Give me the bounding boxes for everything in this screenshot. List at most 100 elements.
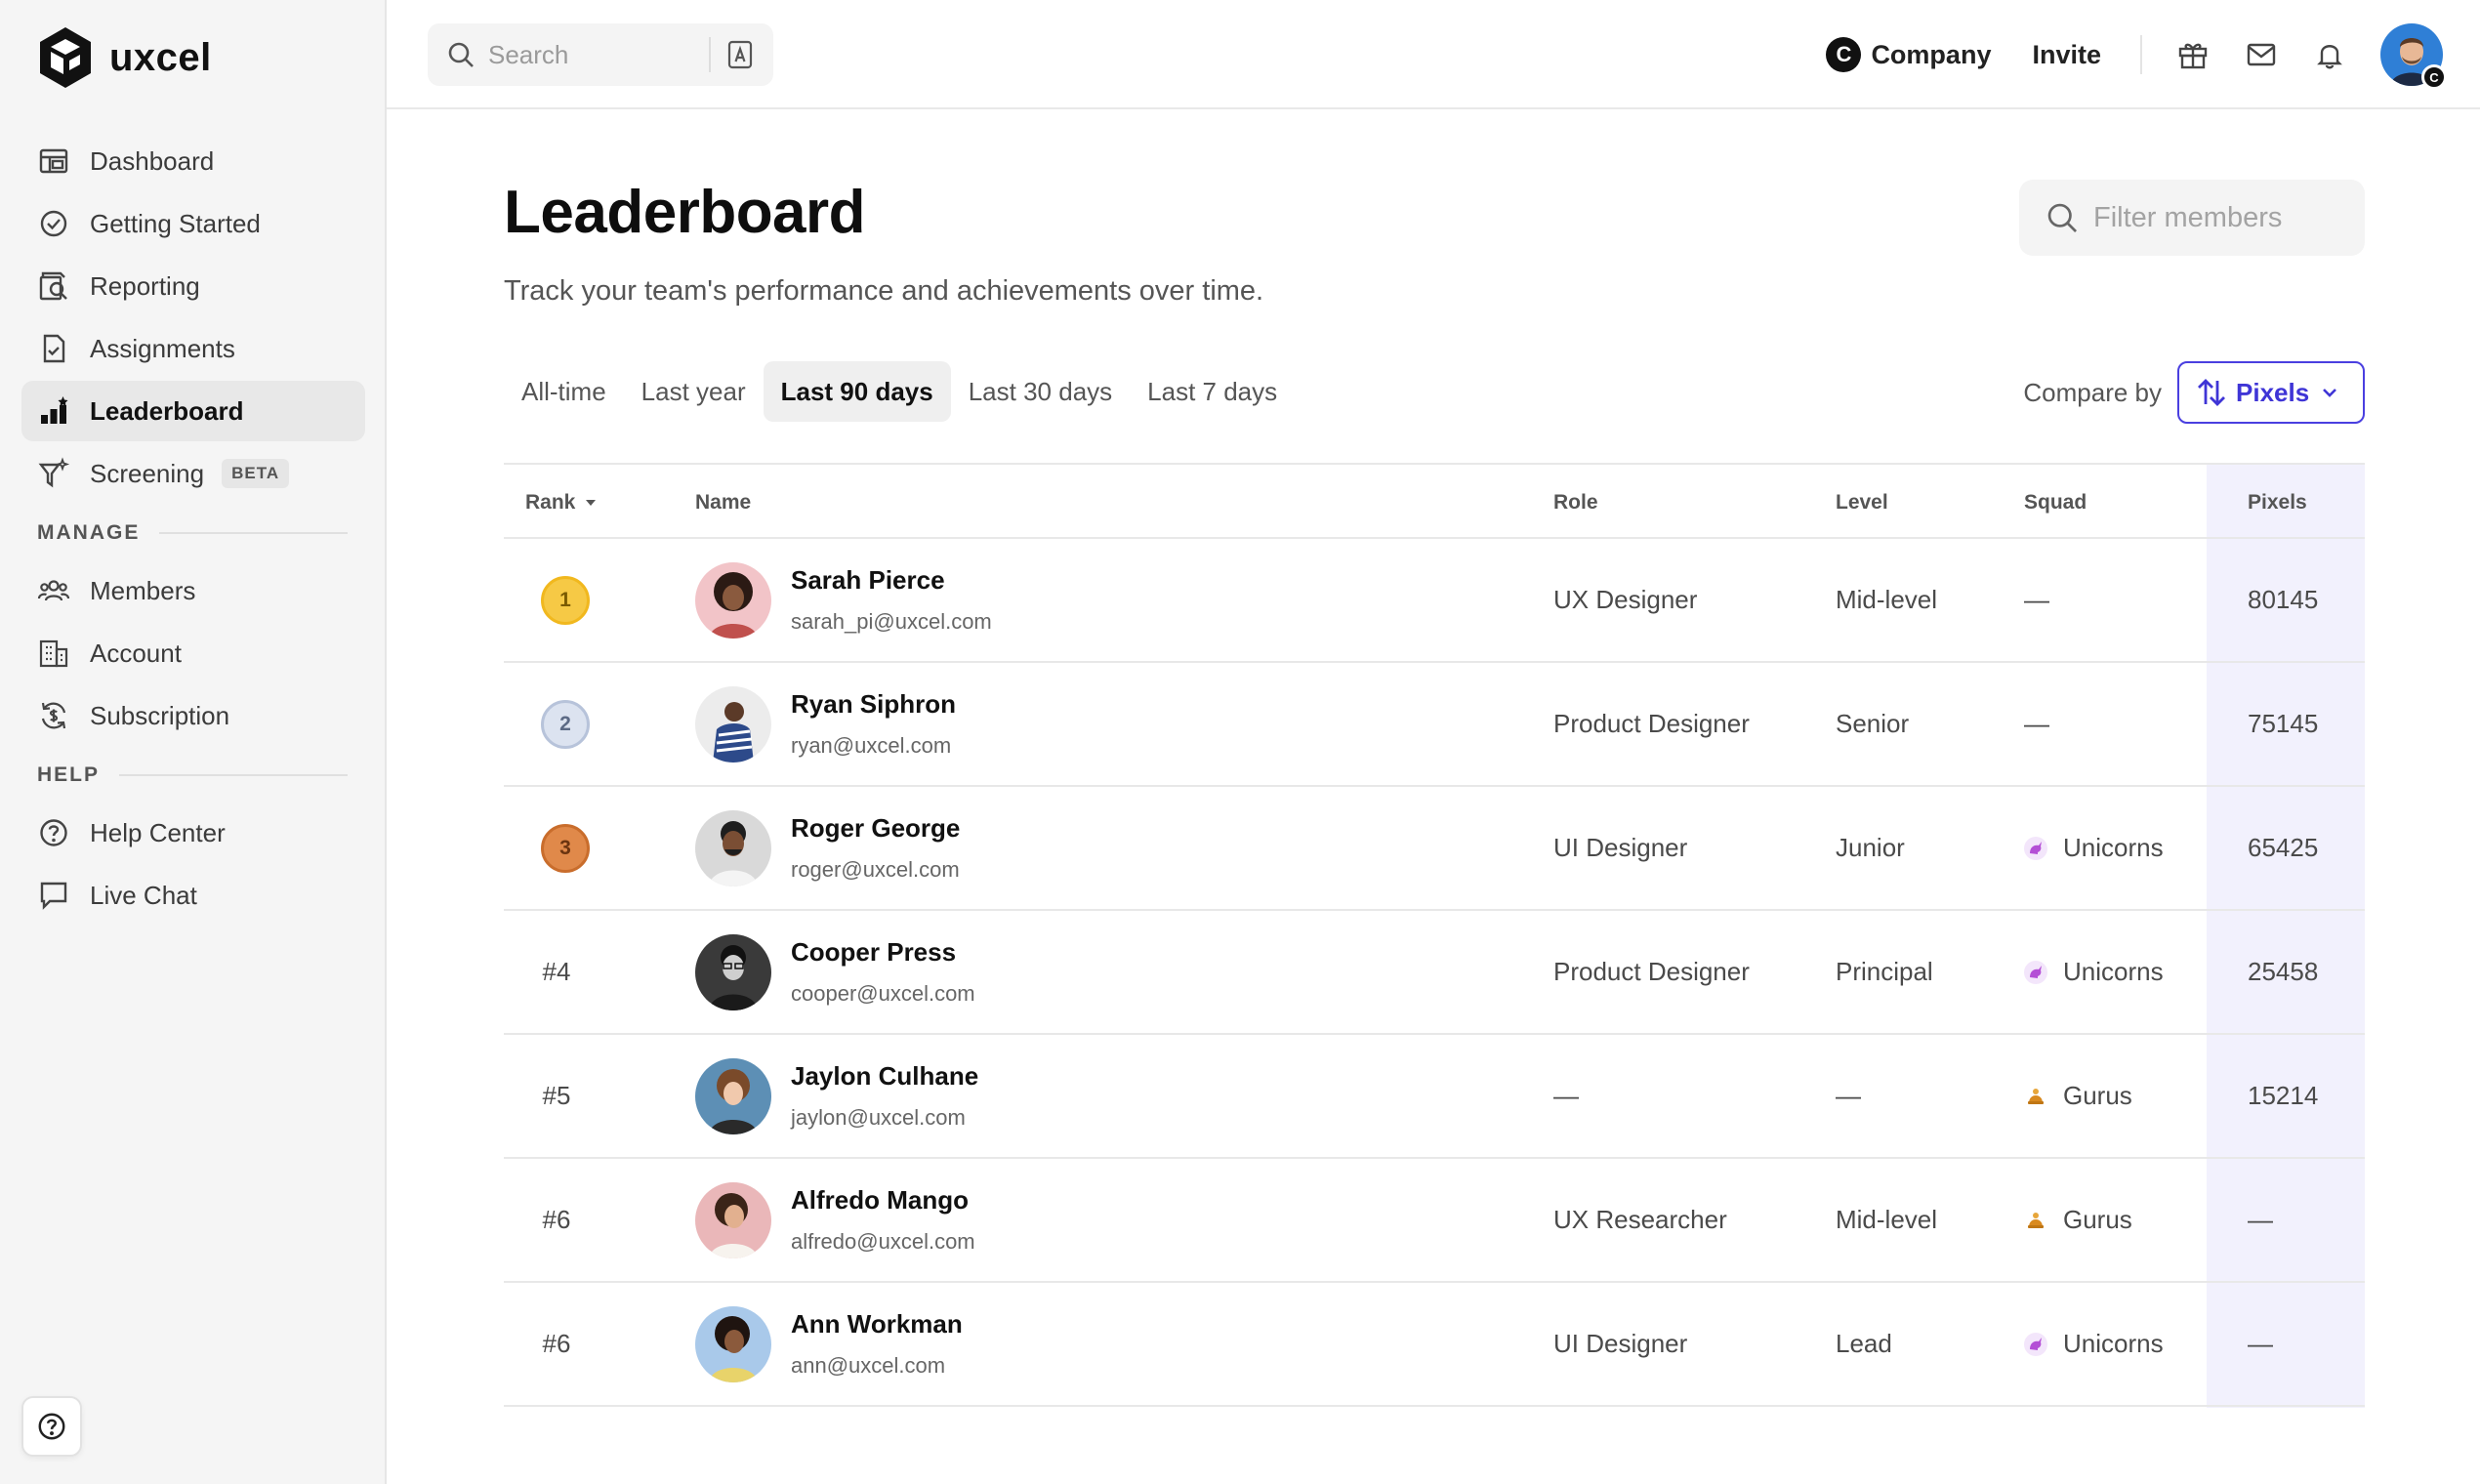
- sidebar-item-leaderboard[interactable]: Leaderboard: [21, 381, 365, 441]
- squad-name: Unicorns: [2063, 957, 2164, 986]
- sidebar-item-assignments[interactable]: Assignments: [21, 318, 365, 379]
- member-squad: Unicorns: [2024, 787, 2164, 909]
- sidebar-nav: Dashboard Getting Started Reporting Assi…: [21, 131, 365, 928]
- column-header-pixels[interactable]: Pixels: [2248, 465, 2307, 541]
- logo[interactable]: uxcel: [37, 25, 212, 90]
- tab-last-30-days[interactable]: Last 30 days: [951, 361, 1130, 422]
- logo-text: uxcel: [109, 35, 212, 79]
- bell-icon[interactable]: [2312, 37, 2347, 72]
- member-level: Senior: [1836, 709, 1910, 738]
- help-circle-icon: [37, 816, 70, 849]
- member-role: UX Researcher: [1553, 1205, 1727, 1234]
- caret-down-icon: [586, 500, 597, 506]
- sidebar-item-account[interactable]: Account: [21, 623, 365, 683]
- guru-icon: [2024, 1085, 2047, 1108]
- column-header-squad[interactable]: Squad: [2024, 465, 2087, 541]
- sidebar-item-getting-started[interactable]: Getting Started: [21, 193, 365, 254]
- column-header-role[interactable]: Role: [1553, 465, 1598, 541]
- unicorn-icon: [2024, 960, 2047, 984]
- tab-last-year[interactable]: Last year: [624, 361, 764, 422]
- mail-icon[interactable]: [2244, 37, 2279, 72]
- sidebar-item-help-center[interactable]: Help Center: [21, 803, 365, 863]
- member-email: jaylon@uxcel.com: [791, 1105, 966, 1130]
- avatar: [695, 933, 771, 1010]
- company-switcher[interactable]: C Company: [1826, 37, 1991, 72]
- tab-all-time[interactable]: All-time: [504, 361, 624, 422]
- member-role: UX Designer: [1553, 585, 1698, 614]
- member-name[interactable]: Sarah Pierce: [791, 565, 992, 596]
- global-search[interactable]: [428, 23, 773, 86]
- assignment-icon: [37, 332, 70, 365]
- column-header-label: Rank: [525, 491, 576, 514]
- member-email: cooper@uxcel.com: [791, 981, 975, 1006]
- topbar: C Company Invite C: [387, 0, 2480, 109]
- table-row[interactable]: #6 Alfredo Mango alfredo@uxcel.com UX Res…: [504, 1159, 2365, 1283]
- member-name[interactable]: Ann Workman: [791, 1309, 963, 1340]
- building-icon: [37, 637, 70, 670]
- sidebar-item-subscription[interactable]: Subscription: [21, 685, 365, 746]
- sidebar-item-reporting[interactable]: Reporting: [21, 256, 365, 316]
- member-name[interactable]: Jaylon Culhane: [791, 1061, 978, 1092]
- table-row[interactable]: 2 Ryan Siphron ryan@uxcel.com Product Des…: [504, 663, 2365, 787]
- member-name[interactable]: Alfredo Mango: [791, 1185, 975, 1216]
- sidebar-item-dashboard[interactable]: Dashboard: [21, 131, 365, 191]
- avatar: [695, 809, 771, 886]
- user-avatar[interactable]: C: [2380, 23, 2447, 90]
- rank-number: #6: [542, 1329, 571, 1358]
- search-divider: [709, 37, 711, 72]
- table-row[interactable]: 1 Sarah Pierce sarah_pi@uxcel.com UX Desi…: [504, 539, 2365, 663]
- member-role: UI Designer: [1553, 833, 1688, 862]
- member-email: roger@uxcel.com: [791, 857, 960, 882]
- sidebar-item-label: Members: [90, 575, 196, 605]
- column-header-name[interactable]: Name: [695, 465, 751, 541]
- gift-icon[interactable]: [2175, 37, 2211, 72]
- member-name[interactable]: Roger George: [791, 813, 960, 844]
- sidebar-item-members[interactable]: Members: [21, 560, 365, 621]
- filter-members[interactable]: [2019, 180, 2365, 256]
- sort-arrows-icon: [2198, 379, 2225, 406]
- member-squad: —: [2024, 709, 2049, 738]
- rank-silver-badge: 2: [541, 699, 590, 749]
- help-floating-button[interactable]: [21, 1396, 82, 1457]
- company-label: Company: [1871, 39, 1992, 69]
- rank-bronze-badge: 3: [541, 823, 590, 873]
- sidebar-item-screening[interactable]: Screening BETA: [21, 443, 365, 504]
- tab-last-7-days[interactable]: Last 7 days: [1130, 361, 1295, 422]
- keyboard-shortcut-icon[interactable]: [724, 38, 756, 71]
- table-row[interactable]: 3 Roger George roger@uxcel.com UI Designe…: [504, 787, 2365, 911]
- leaderboard-table: Rank Name Role Level Squad Pixels 1 Sara…: [504, 463, 2365, 1408]
- column-header-rank[interactable]: Rank: [525, 465, 599, 541]
- table-row[interactable]: #6 Ann Workman ann@uxcel.com UI Designer …: [504, 1283, 2365, 1407]
- chevron-down-icon: [2323, 389, 2337, 397]
- filter-members-input[interactable]: [2093, 201, 2347, 234]
- member-level: —: [1836, 1081, 1861, 1110]
- tab-last-90-days[interactable]: Last 90 days: [763, 361, 951, 422]
- dashboard-icon: [37, 144, 70, 178]
- member-name[interactable]: Ryan Siphron: [791, 689, 956, 720]
- invite-button[interactable]: Invite: [2032, 40, 2101, 70]
- member-pixels: 25458: [2248, 957, 2319, 986]
- member-pixels: 75145: [2248, 709, 2319, 738]
- sidebar-item-live-chat[interactable]: Live Chat: [21, 865, 365, 926]
- sidebar-item-label: Getting Started: [90, 208, 261, 238]
- sidebar-item-label: Leaderboard: [90, 395, 244, 426]
- sidebar-item-label: Assignments: [90, 333, 235, 363]
- screening-icon: [37, 457, 70, 490]
- member-name[interactable]: Cooper Press: [791, 937, 975, 968]
- column-header-level[interactable]: Level: [1836, 465, 1888, 541]
- sidebar-item-label: Screening: [90, 458, 205, 488]
- search-input[interactable]: [488, 39, 703, 70]
- section-label-text: MANAGE: [37, 521, 141, 544]
- period-tabs: All-time Last year Last 90 days Last 30 …: [504, 361, 1295, 422]
- member-level: Lead: [1836, 1329, 1892, 1358]
- member-role: Product Designer: [1553, 709, 1750, 738]
- compare-dropdown[interactable]: Pixels: [2177, 361, 2365, 424]
- section-divider: [159, 532, 348, 534]
- rank-number: #6: [542, 1205, 571, 1234]
- topbar-actions: C Company Invite C: [1826, 0, 2480, 109]
- help-icon: [38, 1413, 65, 1440]
- reporting-icon: [37, 269, 70, 303]
- table-row[interactable]: #4 Cooper Press cooper@uxcel.com Product …: [504, 911, 2365, 1035]
- table-row[interactable]: #5 Jaylon Culhane jaylon@uxcel.com — — Gu…: [504, 1035, 2365, 1159]
- sidebar-item-label: Live Chat: [90, 880, 197, 910]
